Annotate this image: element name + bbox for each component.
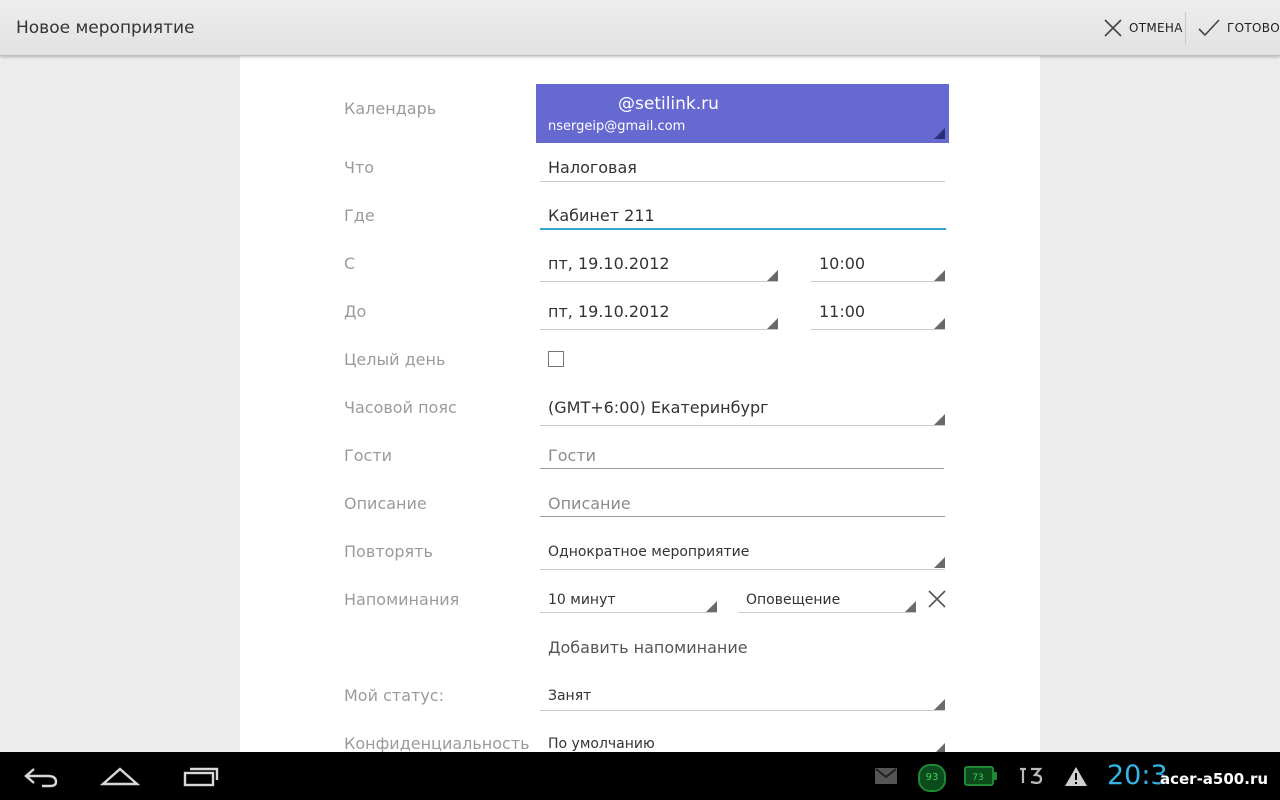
dropdown-triangle-icon [934, 270, 945, 281]
dropdown-triangle-icon [934, 699, 945, 710]
from-time-underline [811, 281, 945, 282]
privacy-label: Конфиденциальность [344, 734, 530, 753]
where-label: Где [344, 206, 375, 225]
reminder-time-spinner[interactable]: 10 минут [548, 592, 616, 608]
done-label: ГОТОВО [1227, 20, 1280, 35]
calendar-selector[interactable]: @setilink.ru nsergeip@gmail.com [536, 84, 949, 143]
cancel-button[interactable]: ОТМЕНА [1103, 0, 1183, 55]
done-button[interactable]: ГОТОВО [1197, 0, 1280, 55]
reminder-method-spinner[interactable]: Оповещение [746, 592, 840, 608]
guests-underline [540, 468, 944, 469]
guests-input[interactable]: Гости [548, 446, 596, 465]
repeat-spinner[interactable]: Однократное мероприятие [548, 544, 749, 560]
description-underline [540, 516, 945, 517]
where-underline [540, 228, 946, 230]
remove-reminder-icon[interactable] [927, 589, 947, 609]
status-spinner[interactable]: Занят [548, 688, 591, 704]
timezone-label: Часовой пояс [344, 398, 457, 417]
system-navigation-bar: 73 20:3 acer-a500.ru [0, 752, 1280, 800]
repeat-label: Повторять [344, 542, 433, 561]
status-underline [540, 710, 945, 711]
reminder-time-underline [540, 612, 717, 613]
battery-widget-icon[interactable]: 73 [964, 752, 998, 800]
what-label: Что [344, 158, 375, 177]
repeat-underline [540, 569, 945, 570]
to-time-underline [811, 329, 945, 330]
close-icon [1103, 18, 1123, 38]
dropdown-triangle-icon [905, 601, 916, 612]
timezone-underline [540, 425, 945, 426]
to-time-spinner[interactable]: 11:00 [819, 302, 865, 321]
battery-level: 73 [972, 773, 983, 783]
checkmark-icon [1197, 18, 1221, 38]
dropdown-triangle-icon [934, 318, 945, 329]
app-badge-icon[interactable]: 93 [918, 764, 946, 792]
warning-icon[interactable] [1064, 752, 1088, 800]
from-time-spinner[interactable]: 10:00 [819, 254, 865, 273]
from-date-underline [540, 281, 778, 282]
gmail-icon[interactable] [874, 752, 898, 800]
from-date-spinner[interactable]: пт, 19.10.2012 [548, 254, 670, 273]
dropdown-triangle-icon [767, 318, 778, 329]
dropdown-triangle-icon [706, 601, 717, 612]
description-input[interactable]: Описание [548, 494, 631, 513]
privacy-spinner[interactable]: По умолчанию [548, 736, 655, 752]
description-label: Описание [344, 494, 427, 513]
from-label: С [344, 254, 356, 273]
action-bar: Новое мероприятие ОТМЕНА ГОТОВО [0, 0, 1280, 56]
add-reminder-button[interactable]: Добавить напоминание [548, 638, 748, 657]
dropdown-triangle-icon [934, 414, 945, 425]
notification-13-icon[interactable] [1018, 752, 1044, 800]
cancel-label: ОТМЕНА [1129, 20, 1183, 35]
reminders-label: Напоминания [344, 590, 460, 609]
calendar-label: Календарь [344, 99, 437, 118]
reminder-method-underline [738, 612, 916, 613]
all-day-label: Целый день [344, 350, 446, 369]
dropdown-triangle-icon [934, 128, 945, 139]
guests-label: Гости [344, 446, 393, 465]
watermark-text: acer-a500.ru [1160, 770, 1269, 788]
dropdown-triangle-icon [934, 557, 945, 568]
status-label: Мой статус: [344, 686, 444, 705]
page-title: Новое мероприятие [16, 18, 195, 38]
to-date-spinner[interactable]: пт, 19.10.2012 [548, 302, 670, 321]
calendar-name: @setilink.ru [618, 94, 719, 114]
where-field[interactable]: Кабинет 211 [548, 206, 655, 225]
to-label: До [344, 302, 367, 321]
status-clock[interactable]: 20:3 [1107, 760, 1168, 791]
calendar-account: nsergeip@gmail.com [548, 119, 686, 134]
what-field[interactable]: Налоговая [548, 158, 637, 177]
all-day-checkbox[interactable] [548, 351, 564, 367]
home-icon[interactable] [100, 752, 140, 800]
action-divider [1185, 12, 1186, 44]
to-date-underline [540, 329, 778, 330]
back-icon[interactable] [22, 752, 60, 800]
recent-apps-icon[interactable] [182, 752, 220, 800]
what-underline [540, 181, 945, 182]
timezone-spinner[interactable]: (GMT+6:00) Екатеринбург [548, 398, 769, 417]
dropdown-triangle-icon [767, 270, 778, 281]
